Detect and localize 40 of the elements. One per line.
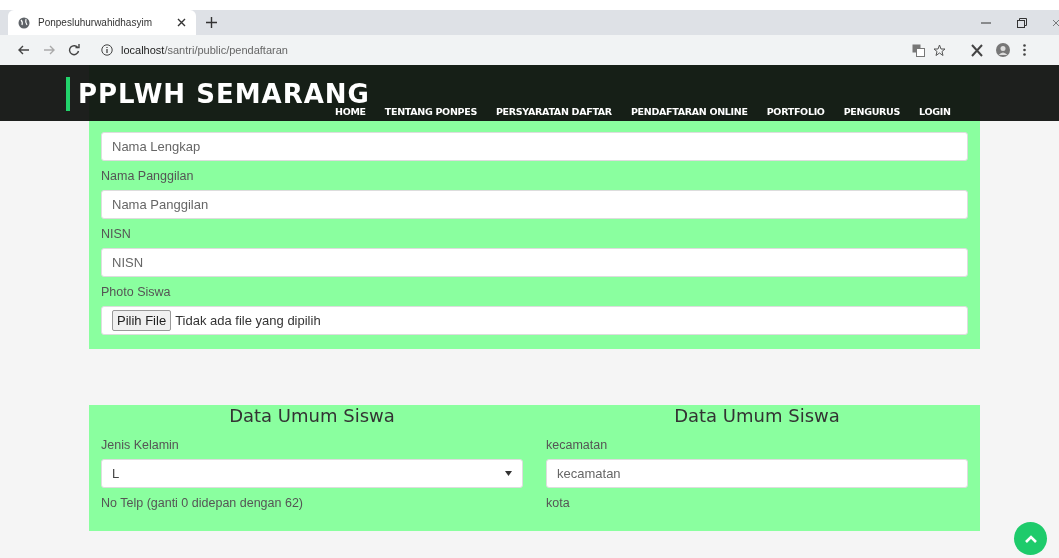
section-title: Data Umum Siswa — [673, 405, 841, 426]
file-field[interactable]: Pilih File Tidak ada file yang dipilih — [101, 306, 968, 335]
tab-title: Ponpesluhurwahidhasyim — [38, 17, 153, 28]
plus-icon[interactable] — [206, 17, 217, 28]
file-status: Tidak ada file yang dipilih — [175, 313, 321, 328]
section-title: Data Umum Siswa — [228, 405, 396, 426]
browser-tab[interactable]: Ponpesluhurwahidhasyim — [8, 10, 196, 35]
input-field[interactable]: NISN — [101, 248, 968, 277]
avatar-icon[interactable] — [996, 43, 1010, 57]
nav-link[interactable]: PENGURUS — [843, 105, 901, 117]
back-icon[interactable] — [18, 44, 30, 56]
chevron-up-icon — [1023, 533, 1038, 544]
translate-icon[interactable] — [912, 43, 925, 57]
menu-icon[interactable] — [1023, 44, 1026, 56]
input-field[interactable]: kecamatan — [546, 459, 968, 488]
field-label: kecamatan — [546, 438, 609, 452]
nav-link[interactable]: PORTFOLIO — [766, 105, 825, 117]
restore-icon[interactable] — [1017, 17, 1027, 28]
info-icon — [101, 44, 113, 56]
globe-icon — [18, 16, 30, 29]
url-text: localhost/santri/public/pendaftaran — [121, 44, 288, 56]
caret-icon — [505, 471, 512, 476]
nav-link[interactable]: TENTANG PONPES — [384, 105, 477, 117]
star-icon[interactable] — [933, 43, 946, 57]
choose-file-button[interactable]: Pilih File — [112, 310, 172, 331]
nav-link[interactable]: PERSYARATAN DAFTAR — [495, 105, 612, 117]
field-label: kota — [546, 496, 571, 510]
field-label: NISN — [101, 227, 132, 241]
nav-link[interactable]: LOGIN — [919, 105, 951, 117]
input-field[interactable]: Nama Panggilan — [101, 190, 968, 219]
nav-link[interactable]: PENDAFTARAN ONLINE — [630, 105, 748, 117]
field-label: No Telp (ganti 0 didepan dengan 62) — [101, 496, 304, 510]
extension-icon[interactable] — [971, 43, 983, 57]
select-field[interactable]: L — [101, 459, 523, 488]
field-label: Photo Siswa — [101, 285, 172, 299]
close-icon[interactable] — [177, 18, 186, 27]
field-label: Jenis Kelamin — [101, 438, 180, 452]
field-label: Nama Panggilan — [101, 169, 195, 183]
reload-icon[interactable] — [68, 44, 80, 56]
input-field[interactable]: Nama Lengkap — [101, 132, 968, 161]
